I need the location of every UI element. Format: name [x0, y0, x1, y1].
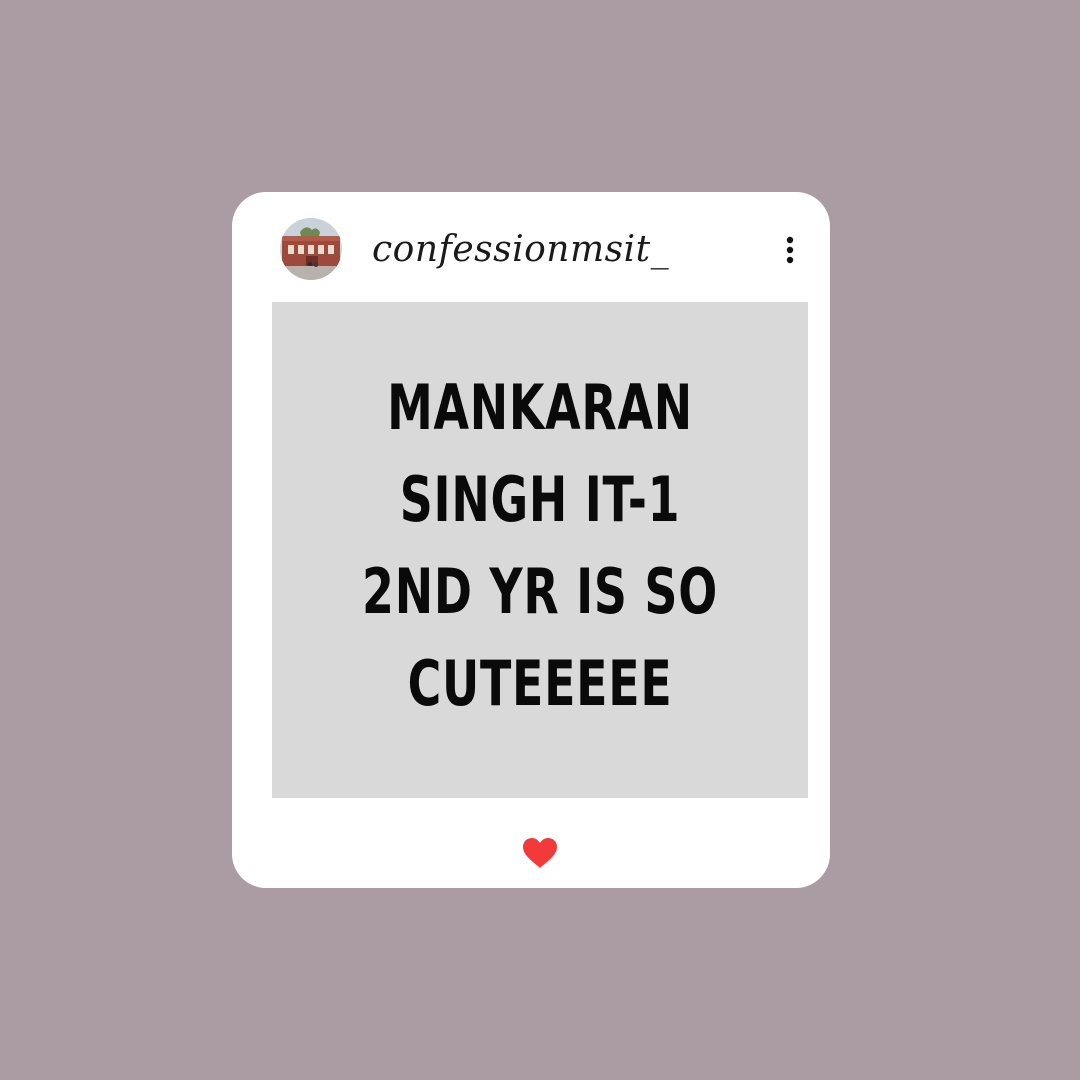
- profile-avatar[interactable]: [280, 218, 342, 280]
- heart-icon: [523, 838, 557, 868]
- username[interactable]: confessionmsit_: [372, 220, 669, 280]
- more-options-button[interactable]: [778, 232, 802, 268]
- post-content: MANKARAN SINGH IT-1 2ND YR IS SO CUTEEEE…: [272, 302, 808, 798]
- vertical-ellipsis-icon: [786, 236, 794, 264]
- post-card: confessionmsit_ MANKARAN SINGH IT-1 2ND …: [232, 192, 830, 888]
- like-button[interactable]: [521, 836, 559, 870]
- post-text: MANKARAN SINGH IT-1 2ND YR IS SO CUTEEEE…: [362, 371, 718, 720]
